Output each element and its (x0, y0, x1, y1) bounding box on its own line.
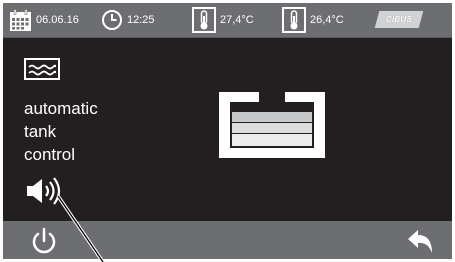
time-display: 12:25 (101, 3, 155, 37)
temperature-1-display: 27,4°C (192, 3, 254, 37)
power-icon[interactable] (28, 225, 60, 257)
temperature-1-text: 27,4°C (220, 14, 254, 26)
speaker-icon[interactable] (25, 176, 65, 206)
thermometer-icon (192, 7, 216, 33)
date-text: 06.06.16 (36, 14, 79, 26)
mode-label: automatic tank control (24, 99, 98, 164)
tank-level-icon (219, 90, 325, 158)
logo-text: CIBUS (386, 15, 412, 24)
back-arrow-icon[interactable] (405, 225, 437, 257)
brand-logo: CIBUS (374, 11, 424, 28)
time-text: 12:25 (127, 14, 155, 26)
status-bar: 06.06.16 12:25 27,4°C 26,4°C CIBUS (3, 3, 452, 38)
bottom-bar (3, 221, 452, 259)
clock-icon (102, 10, 122, 30)
main-panel: automatic tank control (3, 38, 452, 221)
tank-waves-icon (24, 58, 60, 80)
device-screen: 06.06.16 12:25 27,4°C 26,4°C CIBUS autom… (3, 3, 452, 259)
temperature-2-text: 26,4°C (310, 14, 344, 26)
date-display: 06.06.16 (9, 3, 79, 37)
thermometer-icon (282, 7, 306, 33)
calendar-icon (10, 8, 31, 31)
temperature-2-display: 26,4°C (282, 3, 344, 37)
